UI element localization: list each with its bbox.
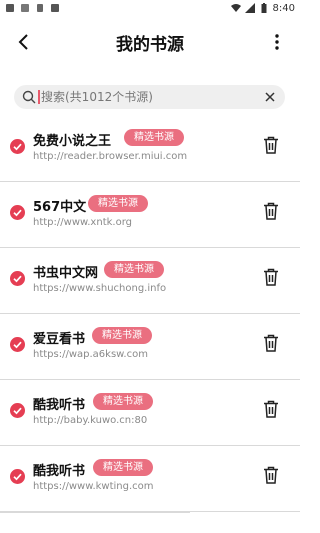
check-circle-icon[interactable] <box>10 337 25 352</box>
check-circle-icon[interactable] <box>10 469 25 484</box>
more-vertical-icon <box>275 34 279 50</box>
wifi-icon <box>230 4 241 12</box>
source-name: 酷我听书 <box>33 464 86 479</box>
app-bar: 我的书源 <box>0 16 300 66</box>
status-notifications <box>5 3 60 13</box>
featured-badge: 精选书源 <box>104 261 164 278</box>
trash-icon[interactable] <box>263 136 279 154</box>
source-name: 免费小说之王 <box>33 134 112 149</box>
list-item[interactable]: 爱豆看书 精选书源 https://wap.a6ksw.com <box>0 314 300 380</box>
source-url: http://baby.kuwo.cn:80 <box>33 415 148 426</box>
check-circle-icon[interactable] <box>10 139 25 154</box>
page-title: 我的书源 <box>116 35 184 55</box>
notification-icon <box>51 4 59 12</box>
status-bar: 8:40 <box>0 0 300 16</box>
source-url: https://www.shuchong.info <box>33 283 167 294</box>
list-item[interactable]: 酷我听书 精选书源 http://baby.kuwo.cn:80 <box>0 380 300 446</box>
source-url: http://www.xntk.org <box>33 217 132 228</box>
search-icon <box>22 90 36 104</box>
trash-icon[interactable] <box>263 268 279 286</box>
list-item-partial <box>0 512 300 532</box>
status-indicators: 8:40 <box>230 2 295 14</box>
source-url: https://wap.a6ksw.com <box>33 349 148 360</box>
search-box[interactable] <box>14 85 285 109</box>
list-item[interactable]: 酷我听书 精选书源 https://www.kwting.com <box>0 446 300 512</box>
close-icon <box>265 92 275 102</box>
check-circle-icon[interactable] <box>10 403 25 418</box>
notification-icon <box>21 4 29 12</box>
more-options-button[interactable] <box>268 30 286 54</box>
trash-icon[interactable] <box>263 466 279 484</box>
clear-search-button[interactable] <box>263 90 277 104</box>
battery-icon <box>261 3 267 13</box>
list-item[interactable]: 567中文 精选书源 http://www.xntk.org <box>0 182 300 248</box>
search-input[interactable] <box>41 90 241 104</box>
check-circle-icon[interactable] <box>10 271 25 286</box>
source-url: http://reader.browser.miui.com <box>33 151 188 162</box>
text-cursor <box>38 90 40 104</box>
source-url: https://www.kwting.com <box>33 481 154 492</box>
featured-badge: 精选书源 <box>124 129 184 146</box>
trash-icon[interactable] <box>263 334 279 352</box>
list-item[interactable]: 免费小说之王 精选书源 http://reader.browser.miui.c… <box>0 116 300 182</box>
list-item[interactable]: 书虫中文网 精选书源 https://www.shuchong.info <box>0 248 300 314</box>
source-name: 567中文 <box>33 200 87 215</box>
featured-badge: 精选书源 <box>93 459 153 476</box>
signal-icon <box>244 3 255 13</box>
divider <box>0 512 190 513</box>
trash-icon[interactable] <box>263 400 279 418</box>
source-name: 书虫中文网 <box>33 266 99 281</box>
check-circle-icon[interactable] <box>10 205 25 220</box>
source-name: 爱豆看书 <box>33 332 86 347</box>
source-name: 酷我听书 <box>33 398 86 413</box>
featured-badge: 精选书源 <box>88 195 148 212</box>
status-time: 8:40 <box>272 2 295 14</box>
notification-icon <box>6 4 14 12</box>
notification-icon <box>37 4 43 12</box>
source-list: 免费小说之王 精选书源 http://reader.browser.miui.c… <box>0 116 300 532</box>
trash-icon[interactable] <box>263 202 279 220</box>
featured-badge: 精选书源 <box>92 327 152 344</box>
featured-badge: 精选书源 <box>93 393 153 410</box>
